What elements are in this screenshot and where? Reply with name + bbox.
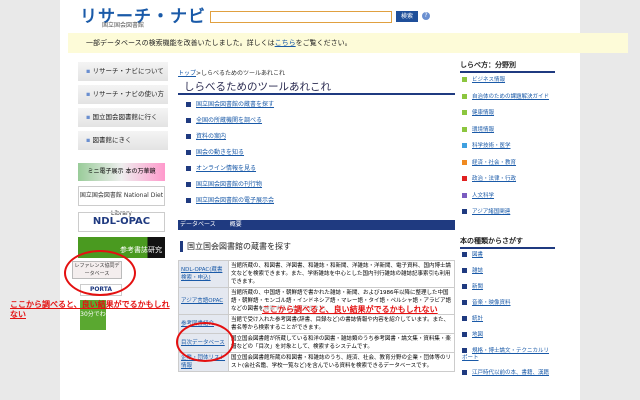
type-label: 新聞 (472, 284, 484, 290)
banner-ndl-opac[interactable]: NDL-OPAC (78, 212, 165, 232)
annotation-circle-main (176, 322, 234, 362)
link-publications[interactable]: 国立国会図書館の刊行物 (186, 179, 262, 188)
field-label: 健康情報 (472, 110, 495, 116)
db-description: 国立国会図書館が所蔵している和洋の図書・雑誌類のうち参考図書・論文集・資料集・楽… (228, 333, 455, 353)
type-label: 統計 (472, 316, 484, 322)
breadcrumb-current: しらべるためのツールあれこれ (201, 70, 286, 77)
bullet-icon (462, 284, 467, 289)
bullet-icon (462, 143, 467, 148)
nav-howto[interactable]: リサーチ・ナビの使い方 (78, 85, 168, 104)
sidebar-type-link[interactable]: 新聞 (462, 284, 554, 291)
bullet-icon (462, 93, 467, 99)
search-input[interactable] (210, 11, 392, 23)
type-label: 規格・博士論文・テクニカルリポート (462, 348, 550, 361)
field-label: 自治体のための課題解決ガイド (472, 93, 550, 100)
sidebar-field-link[interactable]: 環境情報 (462, 126, 554, 134)
annotation-text-main: ここから調べると、良い結果がでるかもしれない (262, 304, 438, 315)
notice-link[interactable]: こちら (275, 39, 296, 47)
notice-text: 一部データベースの検索機能を改善いたしました。詳しくは (86, 39, 275, 47)
sidebar-field-link[interactable]: 自治体のための課題解決ガイド (462, 93, 554, 101)
bullet-icon (462, 332, 467, 337)
sidebar-type-link[interactable]: 地図 (462, 332, 554, 339)
bullet-icon (462, 252, 467, 257)
header-summary: 概要 (229, 221, 242, 228)
nav-about[interactable]: リサーチ・ナビについて (78, 62, 168, 81)
sidebar-type-link[interactable]: 規格・博士論文・テクニカルリポート (462, 348, 554, 362)
db-description: 国立国会図書館所蔵の和図書・和雑誌のうち、経済、社会、教育分野の企業・団体等のリ… (228, 352, 455, 372)
breadcrumb: トップ>しらべるためのツールあれこれ (178, 70, 286, 77)
sidebar-type-link[interactable]: 図書 (462, 252, 554, 259)
db-table-header: データベース 概要 (178, 220, 455, 230)
link-search-ndl-collection[interactable]: 国立国会図書館の蔵書を探す (186, 99, 274, 108)
field-label: 科学技術・医学 (472, 143, 511, 149)
type-label: 雑誌 (472, 268, 484, 274)
search-button[interactable]: 検索 (396, 11, 418, 22)
link-diet-activity[interactable]: 国会の動きを知る (186, 147, 244, 156)
type-label: 江戸時代以前の本、書籍、漢籍 (472, 370, 550, 376)
sidebar-type-link[interactable]: 雑誌 (462, 268, 554, 275)
banner-manngekyo[interactable]: ミニ電子展示 本の万華鏡 (78, 163, 165, 181)
sidebar-field-link[interactable]: 健康情報 (462, 110, 554, 117)
page-title: しらべるためのツールあれこれ (184, 81, 331, 93)
sidebar-heading-types: 本の種類からさがす (460, 236, 555, 249)
sidebar-field-link[interactable]: 政治・法律・行政 (462, 176, 554, 183)
notice-text-after: をご覧ください。 (295, 39, 352, 47)
bullet-icon (462, 126, 467, 132)
field-label: 政治・法律・行政 (472, 176, 517, 182)
type-label: 地図 (472, 332, 484, 338)
bullet-icon (462, 268, 467, 273)
bullet-icon (462, 192, 467, 198)
bullet-icon (462, 159, 467, 165)
bullet-icon (462, 370, 467, 375)
bullet-icon (462, 209, 467, 214)
title-underline (178, 93, 455, 95)
sidebar-field-link[interactable]: ビジネス情報 (462, 77, 554, 84)
bullet-icon (462, 176, 467, 181)
link-holding-institutions[interactable]: 全国の所蔵機関を調べる (186, 115, 262, 124)
sidebar-type-link[interactable]: 統計 (462, 316, 554, 323)
notice-bar: 一部データベースの検索機能を改善いたしました。詳しくはこちらをご覧ください。 (68, 33, 628, 53)
nav-ask-library[interactable]: 図書館にきく (78, 131, 168, 150)
db-link[interactable]: アジア言語OPAC (178, 287, 229, 315)
section-title: 国立国会図書館の蔵書を探す (180, 241, 291, 252)
field-label: アジア諸国関連 (472, 209, 511, 215)
nav-visit-ndl[interactable]: 国立国会図書館に行く (78, 108, 168, 127)
help-icon[interactable]: ? (422, 12, 430, 20)
db-link[interactable]: NDL-OPAC(蔵書検索・申込) (178, 260, 229, 288)
annotation-text-left: ここから調べると、良い結果がでるかもしれない (10, 300, 170, 319)
sidebar-heading-fields: しらべ方：分野別 (460, 60, 555, 73)
field-label: ビジネス情報 (472, 77, 506, 83)
sidebar-field-link[interactable]: アジア諸国関連 (462, 209, 554, 216)
db-description: 当館所蔵の、和図書、洋図書、和雑誌・和新聞、洋雑誌・洋新聞、電子資料、国内博士論… (228, 260, 455, 288)
breadcrumb-top[interactable]: トップ (178, 70, 196, 77)
bullet-icon (462, 300, 467, 305)
sidebar-field-link[interactable]: 経済・社会・教育 (462, 159, 554, 167)
sidebar-field-link[interactable]: 人文科学 (462, 192, 554, 200)
field-label: 経済・社会・教育 (472, 159, 517, 166)
sidebar-type-link[interactable]: 江戸時代以前の本、書籍、漢籍 (462, 370, 554, 377)
type-label: 音楽・映像資料 (472, 300, 511, 306)
annotation-circle-left (64, 250, 136, 296)
db-description: 当館で受け入れた参考図書(辞書、目録など)の書誌情報や内容を紹介しています。また… (228, 314, 455, 334)
link-material-guide[interactable]: 資料の案内 (186, 131, 226, 140)
bullet-icon (462, 77, 467, 82)
bullet-icon (462, 316, 467, 321)
bullet-icon (462, 110, 467, 115)
header-database: データベース (180, 221, 216, 228)
sidebar-type-link[interactable]: 音楽・映像資料 (462, 300, 554, 307)
bullet-icon (462, 348, 467, 353)
type-label: 図書 (472, 252, 484, 258)
link-e-exhibitions[interactable]: 国立国会図書館の電子展示会 (186, 195, 274, 204)
banner-ndl[interactable]: 国立国会図書館 National Diet Library (78, 186, 165, 217)
link-online-info[interactable]: オンライン情報を見る (186, 163, 256, 172)
logo-subtitle: 国立国会図書館 (102, 22, 145, 29)
field-label: 環境情報 (472, 126, 495, 133)
sidebar-field-link[interactable]: 科学技術・医学 (462, 143, 554, 150)
table-row: NDL-OPAC(蔵書検索・申込) 当館所蔵の、和図書、洋図書、和雑誌・和新聞、洋… (178, 260, 455, 288)
field-label: 人文科学 (472, 192, 495, 199)
